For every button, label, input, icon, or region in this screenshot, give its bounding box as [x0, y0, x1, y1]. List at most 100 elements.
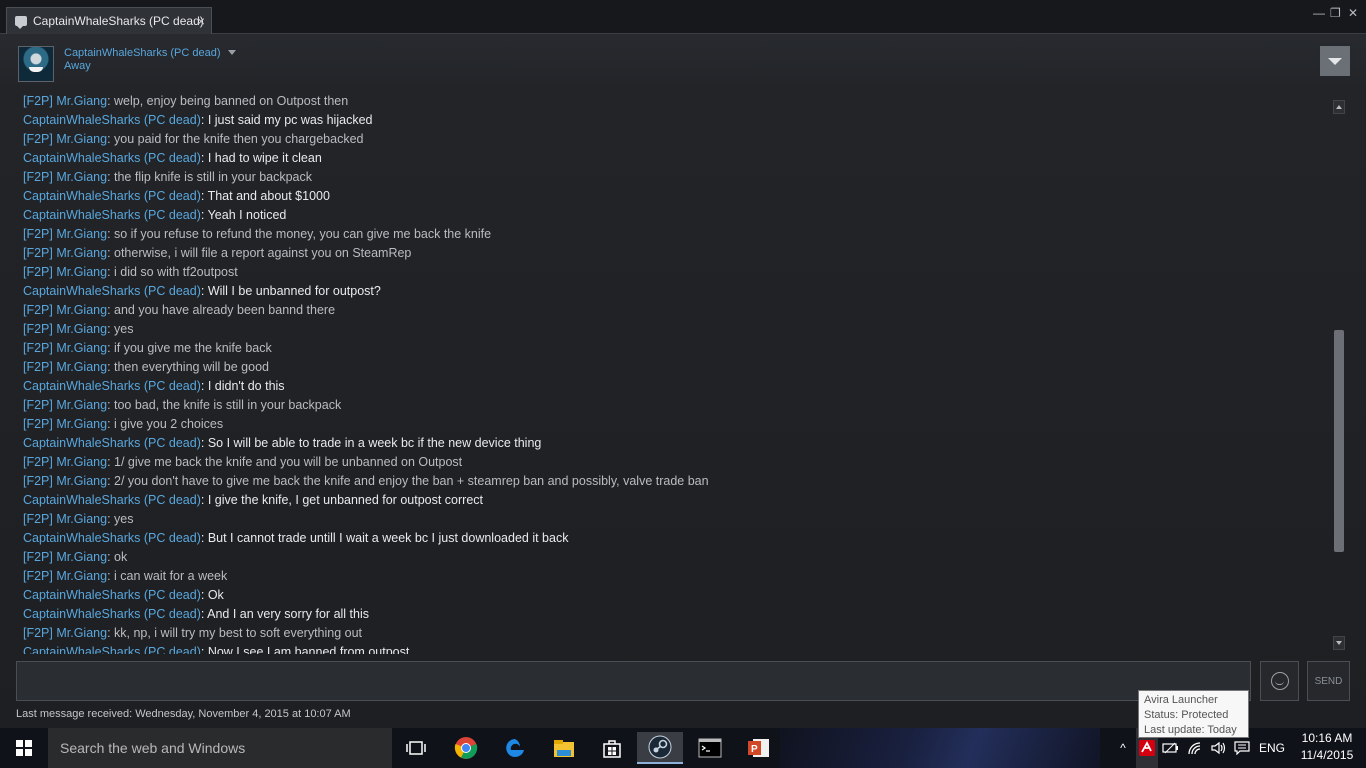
message-sender[interactable]: CaptainWhaleSharks (PC dead) — [23, 151, 201, 165]
steam-chat-window: CaptainWhaleSharks (PC dead) × — ❐ ✕ Cap… — [0, 0, 1366, 728]
chat-message: [F2P] Mr.Giang: too bad, the knife is st… — [23, 396, 1329, 415]
message-text: : I just said my pc was hijacked — [200, 113, 373, 127]
message-sender[interactable]: [F2P] Mr.Giang — [23, 322, 107, 336]
edge-icon[interactable] — [495, 732, 535, 764]
language-indicator[interactable]: ENG — [1256, 728, 1288, 768]
message-sender[interactable]: CaptainWhaleSharks (PC dead) — [23, 645, 201, 654]
chat-message: [F2P] Mr.Giang: yes — [23, 320, 1329, 339]
chat-message: CaptainWhaleSharks (PC dead): But I cann… — [23, 529, 1329, 548]
message-sender[interactable]: [F2P] Mr.Giang — [23, 227, 107, 241]
minimize-button[interactable]: — — [1313, 6, 1325, 20]
message-sender[interactable]: [F2P] Mr.Giang — [23, 512, 107, 526]
start-button[interactable] — [0, 728, 48, 768]
message-text: : you paid for the knife then you charge… — [107, 132, 364, 146]
chat-message: CaptainWhaleSharks (PC dead): I had to w… — [23, 149, 1329, 168]
chat-message: [F2P] Mr.Giang: i did so with tf2outpost — [23, 263, 1329, 282]
message-sender[interactable]: [F2P] Mr.Giang — [23, 170, 107, 184]
message-text: : I had to wipe it clean — [200, 151, 322, 165]
message-input[interactable] — [16, 661, 1251, 701]
scroll-down-button[interactable] — [1333, 636, 1345, 650]
chat-message: [F2P] Mr.Giang: if you give me the knife… — [23, 339, 1329, 358]
chat-message: CaptainWhaleSharks (PC dead): So I will … — [23, 434, 1329, 453]
message-text: : too bad, the knife is still in your ba… — [107, 398, 342, 412]
message-sender[interactable]: CaptainWhaleSharks (PC dead) — [23, 208, 201, 222]
message-text: : kk, np, i will try my best to soft eve… — [107, 626, 363, 640]
show-hidden-icons-button[interactable]: ^ — [1112, 728, 1134, 768]
message-text: : But I cannot trade untill I wait a wee… — [200, 531, 569, 545]
tab-bar: CaptainWhaleSharks (PC dead) × — ❐ ✕ — [0, 0, 1366, 34]
chrome-icon[interactable] — [446, 732, 486, 764]
message-sender[interactable]: [F2P] Mr.Giang — [23, 626, 107, 640]
tab-close-button[interactable]: × — [197, 13, 205, 29]
message-sender[interactable]: [F2P] Mr.Giang — [23, 265, 107, 279]
chevron-down-icon[interactable] — [228, 50, 236, 55]
taskbar-clock[interactable]: 10:16 AM 11/4/2015 — [1292, 730, 1362, 764]
message-sender[interactable]: [F2P] Mr.Giang — [23, 474, 107, 488]
svg-text:P: P — [751, 744, 758, 755]
taskbar-search[interactable]: Search the web and Windows — [48, 728, 392, 768]
emoticon-button[interactable] — [1260, 661, 1299, 701]
message-sender[interactable]: CaptainWhaleSharks (PC dead) — [23, 436, 201, 450]
windows-icon — [16, 740, 32, 756]
message-sender[interactable]: CaptainWhaleSharks (PC dead) — [23, 607, 201, 621]
chat-message: CaptainWhaleSharks (PC dead): Will I be … — [23, 282, 1329, 301]
task-view-icon[interactable] — [396, 732, 436, 764]
message-text: : Will I be unbanned for outpost? — [200, 284, 381, 298]
message-sender[interactable]: [F2P] Mr.Giang — [23, 341, 107, 355]
message-sender[interactable]: CaptainWhaleSharks (PC dead) — [23, 189, 201, 203]
scroll-up-button[interactable] — [1333, 100, 1345, 114]
chat-scrollbar[interactable] — [1333, 100, 1345, 650]
message-sender[interactable]: CaptainWhaleSharks (PC dead) — [23, 493, 201, 507]
message-sender[interactable]: [F2P] Mr.Giang — [23, 360, 107, 374]
message-sender[interactable]: CaptainWhaleSharks (PC dead) — [23, 588, 201, 602]
message-sender[interactable]: CaptainWhaleSharks (PC dead) — [23, 379, 201, 393]
message-text: : i can wait for a week — [107, 569, 228, 583]
chat-tab[interactable]: CaptainWhaleSharks (PC dead) × — [6, 7, 212, 34]
message-sender[interactable]: [F2P] Mr.Giang — [23, 550, 107, 564]
chat-message: [F2P] Mr.Giang: i can wait for a week — [23, 567, 1329, 586]
chat-message: CaptainWhaleSharks (PC dead): I just sai… — [23, 111, 1329, 130]
chat-options-button[interactable] — [1320, 46, 1350, 76]
message-sender[interactable]: [F2P] Mr.Giang — [23, 132, 107, 146]
message-sender[interactable]: [F2P] Mr.Giang — [23, 94, 107, 108]
message-text: : otherwise, i will file a report agains… — [107, 246, 412, 260]
message-text: : the flip knife is still in your backpa… — [107, 170, 313, 184]
close-window-button[interactable]: ✕ — [1348, 6, 1358, 20]
chat-message: [F2P] Mr.Giang: yes — [23, 510, 1329, 529]
chat-message: [F2P] Mr.Giang: otherwise, i will file a… — [23, 244, 1329, 263]
avira-tooltip: Avira Launcher Status: Protected Last up… — [1138, 690, 1249, 738]
tooltip-line: Last update: Today — [1144, 724, 1237, 736]
store-icon[interactable] — [592, 732, 632, 764]
chat-message: CaptainWhaleSharks (PC dead): I didn't d… — [23, 377, 1329, 396]
message-sender[interactable]: [F2P] Mr.Giang — [23, 455, 107, 469]
message-text: : Yeah I noticed — [200, 208, 287, 222]
message-text: : so if you refuse to refund the money, … — [107, 227, 492, 241]
avatar[interactable] — [18, 46, 54, 82]
message-sender[interactable]: [F2P] Mr.Giang — [23, 569, 107, 583]
send-button[interactable]: SEND — [1307, 661, 1350, 701]
scrollbar-thumb[interactable] — [1334, 330, 1344, 552]
message-sender[interactable]: CaptainWhaleSharks (PC dead) — [23, 531, 201, 545]
message-text: : That and about $1000 — [200, 189, 330, 203]
steam-icon[interactable] — [637, 732, 683, 764]
message-text: : and you have already been bannd there — [107, 303, 336, 317]
chat-message: CaptainWhaleSharks (PC dead): Now I see … — [23, 643, 1329, 654]
message-text: : welp, enjoy being banned on Outpost th… — [107, 94, 349, 108]
message-sender[interactable]: CaptainWhaleSharks (PC dead) — [23, 113, 201, 127]
message-sender[interactable]: [F2P] Mr.Giang — [23, 303, 107, 317]
message-text: : 2/ you don't have to give me back the … — [107, 474, 709, 488]
chat-message: [F2P] Mr.Giang: then everything will be … — [23, 358, 1329, 377]
chat-message: [F2P] Mr.Giang: so if you refuse to refu… — [23, 225, 1329, 244]
file-explorer-icon[interactable] — [544, 732, 584, 764]
cmd-icon[interactable] — [690, 732, 730, 764]
message-sender[interactable]: [F2P] Mr.Giang — [23, 417, 107, 431]
header-username[interactable]: CaptainWhaleSharks (PC dead) — [64, 47, 221, 59]
maximize-button[interactable]: ❐ — [1330, 6, 1341, 20]
message-text: : Now I see I am banned from outpost — [200, 645, 410, 654]
chat-message: CaptainWhaleSharks (PC dead): Yeah I not… — [23, 206, 1329, 225]
header-status: Away — [64, 60, 91, 72]
message-sender[interactable]: [F2P] Mr.Giang — [23, 398, 107, 412]
message-sender[interactable]: CaptainWhaleSharks (PC dead) — [23, 284, 201, 298]
powerpoint-icon[interactable]: P — [739, 732, 779, 764]
message-sender[interactable]: [F2P] Mr.Giang — [23, 246, 107, 260]
